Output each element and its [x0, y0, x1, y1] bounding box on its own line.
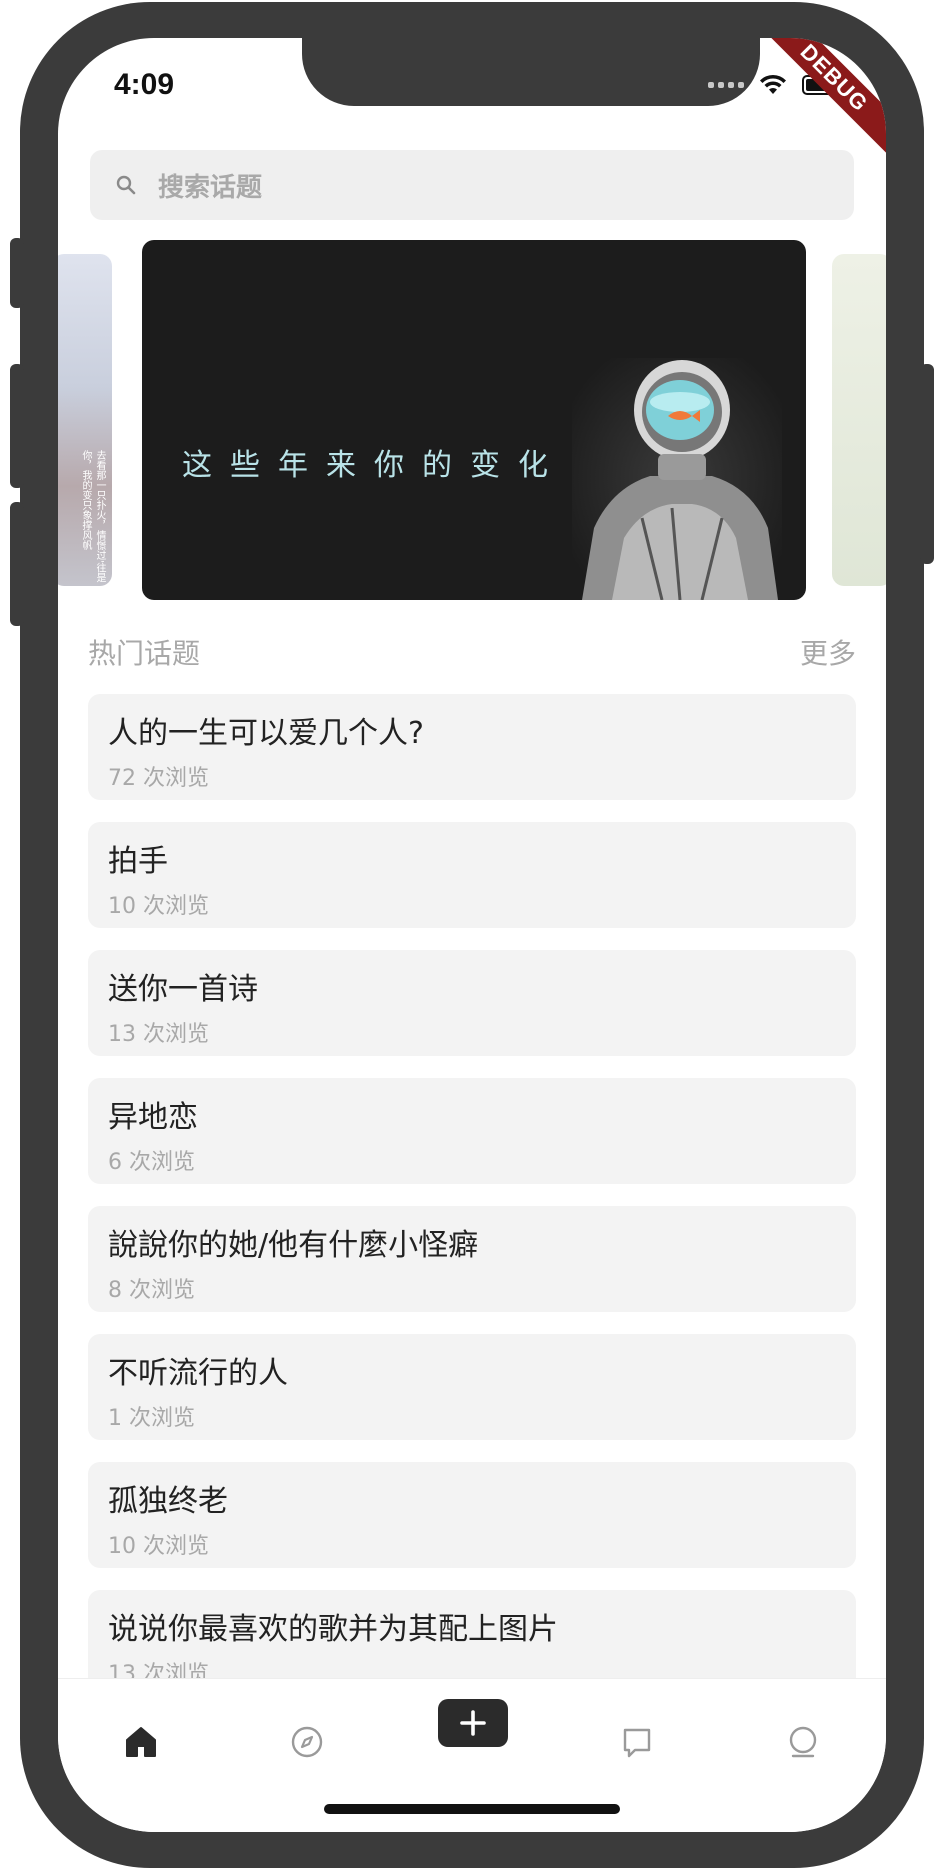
topic-title: 不听流行的人	[108, 1356, 288, 1391]
status-time: 4:09	[114, 68, 175, 101]
topic-views: 8 次浏览	[108, 1278, 195, 1303]
carousel-banner[interactable]: 这些年来你的变化	[142, 240, 806, 600]
home-icon	[126, 1727, 156, 1757]
nav-profile[interactable]	[778, 1717, 828, 1767]
topic-card[interactable]: 异地恋 6 次浏览	[88, 1078, 856, 1184]
topic-views: 10 次浏览	[108, 1534, 209, 1559]
mute-switch	[10, 238, 24, 308]
topic-views: 72 次浏览	[108, 766, 209, 791]
topic-views: 10 次浏览	[108, 894, 209, 919]
volume-up-button	[10, 364, 24, 488]
topic-views: 13 次浏览	[108, 1022, 209, 1047]
search-bar[interactable]: 搜索话题	[90, 150, 854, 220]
topic-card[interactable]: 拍手 10 次浏览	[88, 822, 856, 928]
prev-slide-text: 去看那一只扑火，情憬过'往是你，我的变只象撑风帆	[80, 450, 105, 583]
topic-list: 人的一生可以爱几个人? 72 次浏览 拍手 10 次浏览 送你一首诗 13 次浏…	[88, 694, 856, 1718]
carousel-next-slide[interactable]	[832, 254, 886, 586]
nav-home[interactable]	[116, 1717, 166, 1767]
home-indicator[interactable]	[324, 1804, 620, 1814]
more-link[interactable]: 更多	[800, 632, 856, 672]
message-icon	[623, 1728, 651, 1758]
topic-card[interactable]: 人的一生可以爱几个人? 72 次浏览	[88, 694, 856, 800]
profile-icon	[789, 1726, 817, 1758]
volume-down-button	[10, 502, 24, 626]
topic-title: 人的一生可以爱几个人?	[108, 716, 424, 751]
topic-title: 拍手	[108, 844, 168, 879]
banner-title: 这些年来你的变化	[182, 448, 566, 483]
topic-card[interactable]: 孤独终老 10 次浏览	[88, 1462, 856, 1568]
topic-card[interactable]: 說說你的她/他有什麼小怪癖 8 次浏览	[88, 1206, 856, 1312]
topic-title: 送你一首诗	[108, 972, 258, 1007]
carousel-prev-slide[interactable]: 去看那一只扑火，情憬过'往是你，我的变只象撑风帆	[58, 254, 112, 586]
power-button	[920, 364, 934, 564]
nav-discover[interactable]	[282, 1717, 332, 1767]
topic-title: 說說你的她/他有什麼小怪癖	[108, 1228, 479, 1263]
nav-messages[interactable]	[612, 1717, 662, 1767]
topic-title: 异地恋	[108, 1100, 198, 1135]
topic-views: 6 次浏览	[108, 1150, 195, 1175]
topic-card[interactable]: 不听流行的人 1 次浏览	[88, 1334, 856, 1440]
compass-icon	[291, 1726, 323, 1758]
topic-title: 说说你最喜欢的歌并为其配上图片	[108, 1612, 558, 1647]
wifi-icon	[760, 74, 786, 94]
search-placeholder: 搜索话题	[158, 172, 263, 203]
astronaut-image	[572, 358, 782, 600]
topic-title: 孤独终老	[108, 1484, 228, 1519]
nav-add-button[interactable]	[438, 1699, 508, 1747]
topic-views: 1 次浏览	[108, 1406, 195, 1431]
search-icon	[116, 175, 136, 195]
topic-card[interactable]: 送你一首诗 13 次浏览	[88, 950, 856, 1056]
add-icon	[460, 1710, 486, 1736]
hot-topics-title: 热门话题	[88, 637, 201, 670]
notch	[302, 38, 760, 106]
cellular-signal-icon	[708, 82, 744, 88]
screen: 4:09 DEBUG 搜索话题 去看那一只扑火，情憬过'往是你，我的变只象撑风帆…	[58, 38, 886, 1832]
